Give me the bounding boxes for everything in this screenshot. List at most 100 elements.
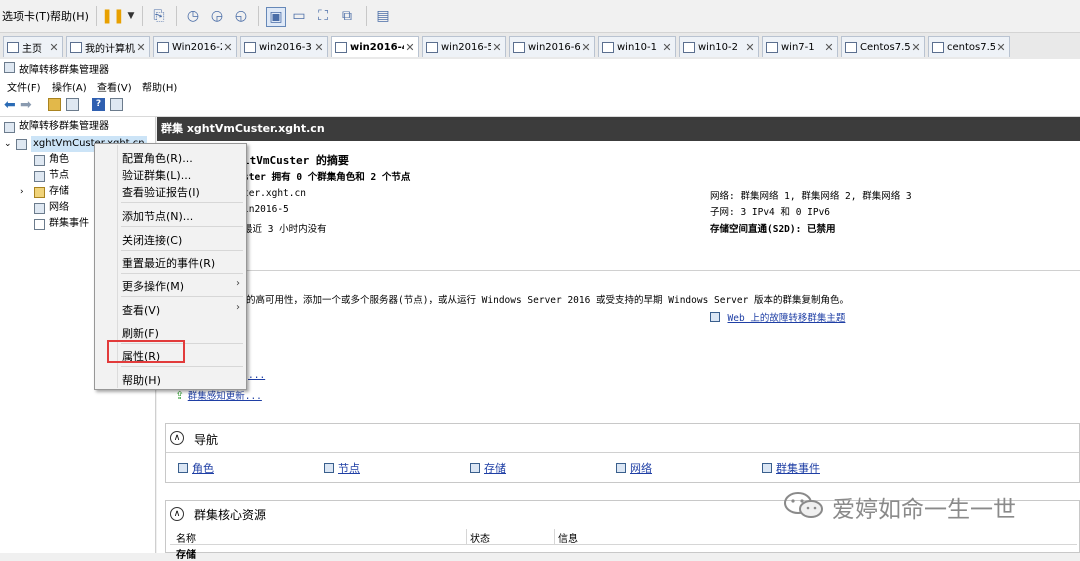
cau-link[interactable]: 群集感知更新... — [188, 391, 262, 402]
tab-11[interactable]: Centos7.5-1✕ — [841, 36, 925, 57]
tree-item-events[interactable]: 群集事件 — [34, 216, 89, 232]
close-icon[interactable]: ✕ — [580, 41, 592, 54]
tab-4[interactable]: win2016-3 ✕ — [240, 36, 328, 57]
tab-6[interactable]: win2016-5 ✕ — [422, 36, 506, 57]
menu-item-view[interactable]: 查看(V) — [122, 302, 160, 318]
nav-link-roles[interactable]: 角色 — [178, 460, 214, 476]
nav-link-label[interactable]: 群集事件 — [776, 462, 820, 475]
thumbnail-icon[interactable]: ▭ — [290, 7, 308, 25]
tab-label: win2016-6 — [528, 41, 580, 53]
tab-1[interactable]: 主页 ✕ — [3, 36, 63, 57]
tab-2[interactable]: 我的计算机 ✕ — [66, 36, 150, 57]
tree-item-nodes[interactable]: 节点 — [34, 168, 69, 184]
close-icon[interactable]: ✕ — [910, 41, 922, 54]
close-icon[interactable]: ✕ — [995, 41, 1007, 54]
tab-10[interactable]: win7-1 ✕ — [762, 36, 838, 57]
tab-label: win10-1 — [617, 41, 657, 53]
tab-label: 主页 — [22, 43, 42, 55]
pause-icon[interactable]: ❚❚ — [101, 7, 124, 25]
close-icon[interactable]: ✕ — [404, 41, 416, 54]
menu-item-close-connection[interactable]: 关闭连接(C) — [122, 232, 182, 248]
home-icon — [7, 41, 19, 53]
send-keys-icon[interactable]: ⎘ — [150, 7, 168, 25]
close-icon[interactable]: ✕ — [744, 41, 756, 54]
nav-link-label[interactable]: 节点 — [338, 462, 360, 475]
console-tree-icon[interactable] — [66, 98, 79, 111]
help-icon[interactable]: ? — [92, 98, 105, 111]
action-pane-icon[interactable] — [110, 98, 123, 111]
nav-link-label[interactable]: 角色 — [192, 462, 214, 475]
fullscreen-icon[interactable]: ⛶ — [314, 7, 332, 25]
snapshot-icon[interactable]: ◷ — [184, 7, 202, 25]
menu-file[interactable]: 文件(F) — [7, 79, 41, 94]
library-icon[interactable]: ▤ — [374, 7, 392, 25]
back-arrow-icon[interactable]: ⬅ — [4, 97, 16, 113]
console-view-icon[interactable]: ▣ — [266, 7, 286, 27]
vm-icon — [683, 41, 695, 53]
close-icon[interactable]: ✕ — [661, 41, 673, 54]
menu-item-refresh[interactable]: 刷新(F) — [122, 325, 159, 341]
menu-help[interactable]: 帮助(H) — [142, 79, 177, 94]
nav-link-label[interactable]: 网络 — [630, 462, 652, 475]
tree-root[interactable]: 故障转移群集管理器 — [4, 119, 109, 135]
unity-icon[interactable]: ⧉ — [338, 7, 356, 25]
vm-toolbar: 选项卡(T) 帮助(H) ❚❚ ▼ ⎘ ◷ ◶ ◵ ▣ ▭ ⛶ ⧉ ▤ — [0, 0, 1080, 33]
menu-item-view-report[interactable]: 查看验证报告(I) — [122, 184, 200, 200]
tree-item-storage[interactable]: › 存储 — [20, 184, 69, 200]
tab-5[interactable]: win2016-4 ✕ — [331, 36, 419, 57]
tab-3[interactable]: Win2016-2 ✕ — [153, 36, 237, 57]
nav-link-storage[interactable]: 存储 — [470, 460, 506, 476]
column-status[interactable]: 状态 — [470, 530, 490, 545]
menu-view[interactable]: 查看(V) — [97, 79, 132, 94]
revert-snapshot-icon[interactable]: ◶ — [208, 7, 226, 25]
expand-chevron-icon[interactable]: › — [20, 184, 34, 200]
submenu-arrow-icon: › — [236, 278, 240, 289]
collapse-chevron-icon[interactable]: ⌄ — [4, 136, 16, 152]
dropdown-arrow-icon[interactable]: ▼ — [122, 7, 140, 25]
close-icon[interactable]: ✕ — [823, 41, 835, 54]
menu-item-reset-events[interactable]: 重置最近的事件(R) — [122, 255, 215, 271]
menu-item-validate-cluster[interactable]: 验证群集(L)... — [122, 167, 191, 183]
menu-item-add-node[interactable]: 添加节点(N)... — [122, 208, 193, 224]
web-help-link-row[interactable]: Web 上的故障转移群集主题 — [710, 310, 845, 324]
snapshot-manager-icon[interactable]: ◵ — [232, 7, 250, 25]
menu-action[interactable]: 操作(A) — [52, 79, 87, 94]
submenu-arrow-icon: › — [236, 302, 240, 313]
tree-item-label: 群集事件 — [49, 218, 89, 229]
tree-item-networks[interactable]: 网络 — [34, 200, 69, 216]
close-icon[interactable]: ✕ — [48, 41, 60, 54]
vm-icon — [244, 41, 256, 53]
tree-item-roles[interactable]: 角色 — [34, 152, 69, 168]
nav-link-nodes[interactable]: 节点 — [324, 460, 360, 476]
tabs-menu[interactable]: 选项卡(T) — [2, 8, 50, 24]
column-divider — [554, 529, 555, 544]
collapse-section-icon[interactable]: ∧ — [170, 431, 184, 445]
vm-icon — [932, 41, 944, 53]
close-icon[interactable]: ✕ — [491, 41, 503, 54]
menu-item-help[interactable]: 帮助(H) — [122, 372, 161, 388]
menu-item-configure-role[interactable]: 配置角色(R)... — [122, 150, 193, 166]
column-info[interactable]: 信息 — [558, 530, 578, 545]
nav-link-label[interactable]: 存储 — [484, 462, 506, 475]
partial-link[interactable]: ... — [248, 370, 265, 381]
tab-9[interactable]: win10-2 ✕ — [679, 36, 759, 57]
forward-arrow-icon[interactable]: ➡ — [20, 97, 32, 113]
wechat-icon — [784, 492, 823, 518]
help-menu[interactable]: 帮助(H) — [50, 8, 89, 24]
nav-link-networks[interactable]: 网络 — [616, 460, 652, 476]
nav-link-events[interactable]: 群集事件 — [762, 460, 820, 476]
tab-12[interactable]: centos7.5.-2✕ — [928, 36, 1010, 57]
close-icon[interactable]: ✕ — [222, 41, 234, 54]
close-icon[interactable]: ✕ — [313, 41, 325, 54]
close-icon[interactable]: ✕ — [135, 41, 147, 54]
column-name[interactable]: 名称 — [176, 530, 196, 545]
cau-link-row[interactable]: ⇪ 群集感知更新... — [175, 388, 262, 402]
web-help-link[interactable]: Web 上的故障转移群集主题 — [728, 313, 846, 324]
tab-8[interactable]: win10-1 ✕ — [598, 36, 676, 57]
collapse-section-icon[interactable]: ∧ — [170, 507, 184, 521]
toolbar-separator — [96, 6, 97, 26]
up-folder-icon[interactable] — [48, 98, 61, 111]
summary-name-value: ter.xght.cn — [243, 188, 306, 199]
tab-7[interactable]: win2016-6 ✕ — [509, 36, 595, 57]
menu-item-more-actions[interactable]: 更多操作(M) — [122, 278, 184, 294]
